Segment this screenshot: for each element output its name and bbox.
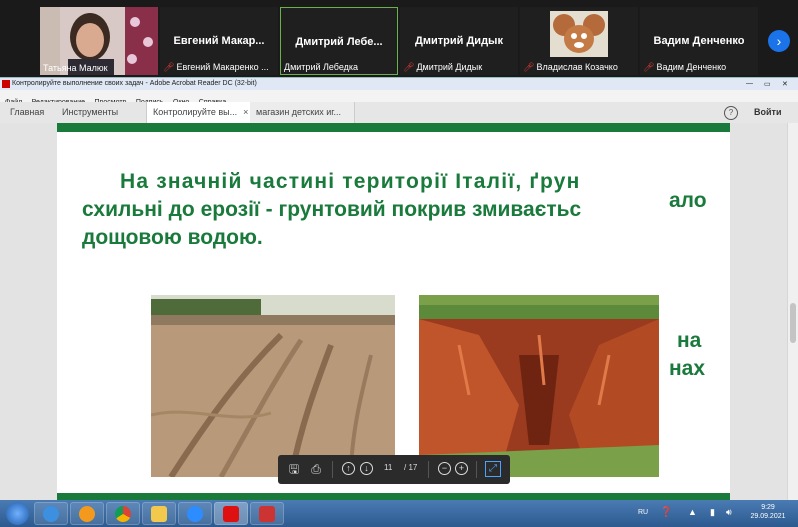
tab-label: Контролируйте вы... — [153, 107, 238, 117]
fit-page-icon[interactable]: ⤢ — [485, 461, 501, 477]
participant-tile-evgeniy[interactable]: Евгений Макар... 🎤︎ Евгений Макаренко ... — [160, 7, 278, 75]
window-title-bar: Контролируйте выполнение своих задач - A… — [0, 77, 798, 91]
taskbar-zoom[interactable] — [178, 502, 212, 525]
system-tray: RU ❓ ▲ ▮ 🔊︎ 9:29 29.09.2021 — [630, 500, 798, 527]
participant-name: Дмитрий Лебедка — [284, 62, 359, 72]
start-button[interactable] — [6, 502, 29, 525]
clock-time: 9:29 — [761, 504, 775, 511]
participant-display-name: Дмитрий Лебе... — [295, 36, 383, 48]
zoom-out-icon[interactable]: − — [438, 462, 451, 475]
tab-bar: Главная Инструменты Контролируйте вы... ×… — [0, 102, 798, 124]
participant-name: Вадим Денченко — [656, 62, 727, 72]
slide-bottom-stripe — [57, 493, 730, 500]
folder-icon — [151, 506, 167, 522]
taskbar: RU ❓ ▲ ▮ 🔊︎ 9:29 29.09.2021 — [0, 500, 798, 527]
taskbar-media-player[interactable] — [70, 502, 104, 525]
slide-text-line-3: дощовою водою. — [82, 226, 263, 249]
overflow-text-fragment: на — [677, 329, 702, 352]
toolbar-separator — [428, 461, 429, 478]
help-icon[interactable]: ? — [724, 106, 738, 120]
app-icon — [259, 506, 275, 522]
network-icon[interactable]: ▮ — [710, 507, 715, 518]
taskbar-chrome[interactable] — [106, 502, 140, 525]
volume-icon[interactable]: 🔊︎ — [726, 507, 732, 518]
help-tray-icon[interactable]: ❓ — [660, 507, 672, 518]
close-tab-icon[interactable]: × — [243, 107, 248, 117]
media-player-icon — [79, 506, 95, 522]
slide-text-line-2: схильні до ерозії - грунтовий покрив зми… — [82, 198, 582, 221]
slide-body-text: На значній частині території Італії, ґру… — [82, 168, 702, 252]
gully-erosion-photo — [419, 295, 659, 477]
tab-home[interactable]: Главная — [4, 102, 50, 123]
chevron-right-icon: › — [776, 33, 782, 49]
signin-button[interactable]: Войти — [754, 102, 781, 123]
mic-muted-icon: 🎤︎ — [643, 62, 655, 72]
participant-name: Татьяна Малюк — [43, 63, 108, 73]
page-navigation-toolbar: 🖫︎ ⎙ ↑ ↓ 11 / 17 − + ⤢ — [278, 455, 510, 484]
current-page-field[interactable]: 11 — [384, 463, 392, 472]
language-indicator[interactable]: RU — [638, 509, 648, 516]
taskbar-explorer[interactable] — [142, 502, 176, 525]
acrobat-app-icon — [2, 80, 10, 88]
participant-display-name: Вадим Денченко — [653, 35, 745, 47]
scrollbar-thumb[interactable] — [790, 303, 796, 343]
slide-text-line-1: На значній частині території Італії, ґру… — [120, 170, 581, 193]
print-icon[interactable]: ⎙ — [308, 461, 324, 477]
overflow-text-fragment: нах — [669, 357, 706, 380]
toolbar-separator — [476, 461, 477, 478]
acrobat-icon — [223, 506, 239, 522]
maximize-button[interactable]: ▭ — [764, 80, 771, 88]
zoom-app-icon — [187, 506, 203, 522]
mic-muted-icon: 🎤︎ — [163, 62, 175, 72]
participant-avatar — [550, 11, 608, 57]
participant-tile-tatiana[interactable]: Татьяна Малюк — [40, 7, 158, 75]
document-viewport[interactable]: На значній частині території Італії, ґру… — [0, 123, 798, 500]
mic-muted-icon: 🎤︎ — [403, 62, 415, 72]
clock-date: 29.09.2021 — [750, 513, 786, 520]
participant-display-name: Дмитрий Дидык — [415, 35, 503, 47]
zoom-in-icon[interactable]: + — [455, 462, 468, 475]
taskbar-acrobat[interactable] — [214, 502, 248, 525]
clock[interactable]: 9:29 29.09.2021 — [748, 503, 788, 521]
participant-tile-vadim[interactable]: Вадим Денченко 🎤︎ Вадим Денченко — [640, 7, 758, 75]
close-window-button[interactable]: ✕ — [782, 80, 788, 88]
tray-icon[interactable]: ▲ — [688, 507, 697, 517]
vertical-scrollbar[interactable] — [787, 123, 798, 500]
participant-name: Евгений Макаренко ... — [176, 62, 269, 72]
tab-document-1[interactable]: Контролируйте вы... × — [146, 102, 256, 123]
tab-tools[interactable]: Инструменты — [56, 102, 124, 123]
overflow-text-fragment: ало — [669, 189, 707, 212]
participant-tile-dmitriy-didyk[interactable]: Дмитрий Дидык 🎤︎ Дмитрий Дидык — [400, 7, 518, 75]
menu-bar: Файл Редактирование Просмотр Подпись Окн… — [0, 90, 798, 106]
participant-name: Дмитрий Дидык — [416, 62, 483, 72]
tab-document-2[interactable]: магазин детских иг... — [250, 102, 355, 123]
tab-label: магазин детских иг... — [256, 107, 341, 117]
total-pages: / 17 — [404, 463, 418, 472]
taskbar-ie[interactable] — [34, 502, 68, 525]
window-title: Контролируйте выполнение своих задач - A… — [12, 80, 257, 87]
toolbar-separator — [332, 461, 333, 478]
eroded-field-photo — [151, 295, 395, 477]
pdf-page: На значній частині території Італії, ґру… — [57, 123, 730, 500]
participant-tile-vladislav[interactable]: 🎤︎ Владислав Козачко — [520, 7, 638, 75]
participant-tile-dmitriy-lebedka[interactable]: Дмитрий Лебе... Дмитрий Лебедка — [280, 7, 398, 75]
zoom-participant-bar: Татьяна Малюк Евгений Макар... 🎤︎ Евгений… — [0, 0, 798, 77]
chrome-icon — [115, 506, 131, 522]
participant-display-name: Евгений Макар... — [173, 35, 265, 47]
previous-page-icon[interactable]: ↑ — [342, 462, 355, 475]
minimize-button[interactable]: — — [746, 80, 753, 87]
save-icon[interactable]: 🖫︎ — [286, 461, 302, 477]
participant-name: Владислав Козачко — [536, 62, 618, 72]
mic-muted-icon: 🎤︎ — [523, 62, 535, 72]
internet-explorer-icon — [43, 506, 59, 522]
taskbar-app[interactable] — [250, 502, 284, 525]
next-page-icon[interactable]: ↓ — [360, 462, 373, 475]
next-participants-button[interactable]: › — [768, 30, 790, 52]
slide-top-stripe — [57, 123, 730, 132]
